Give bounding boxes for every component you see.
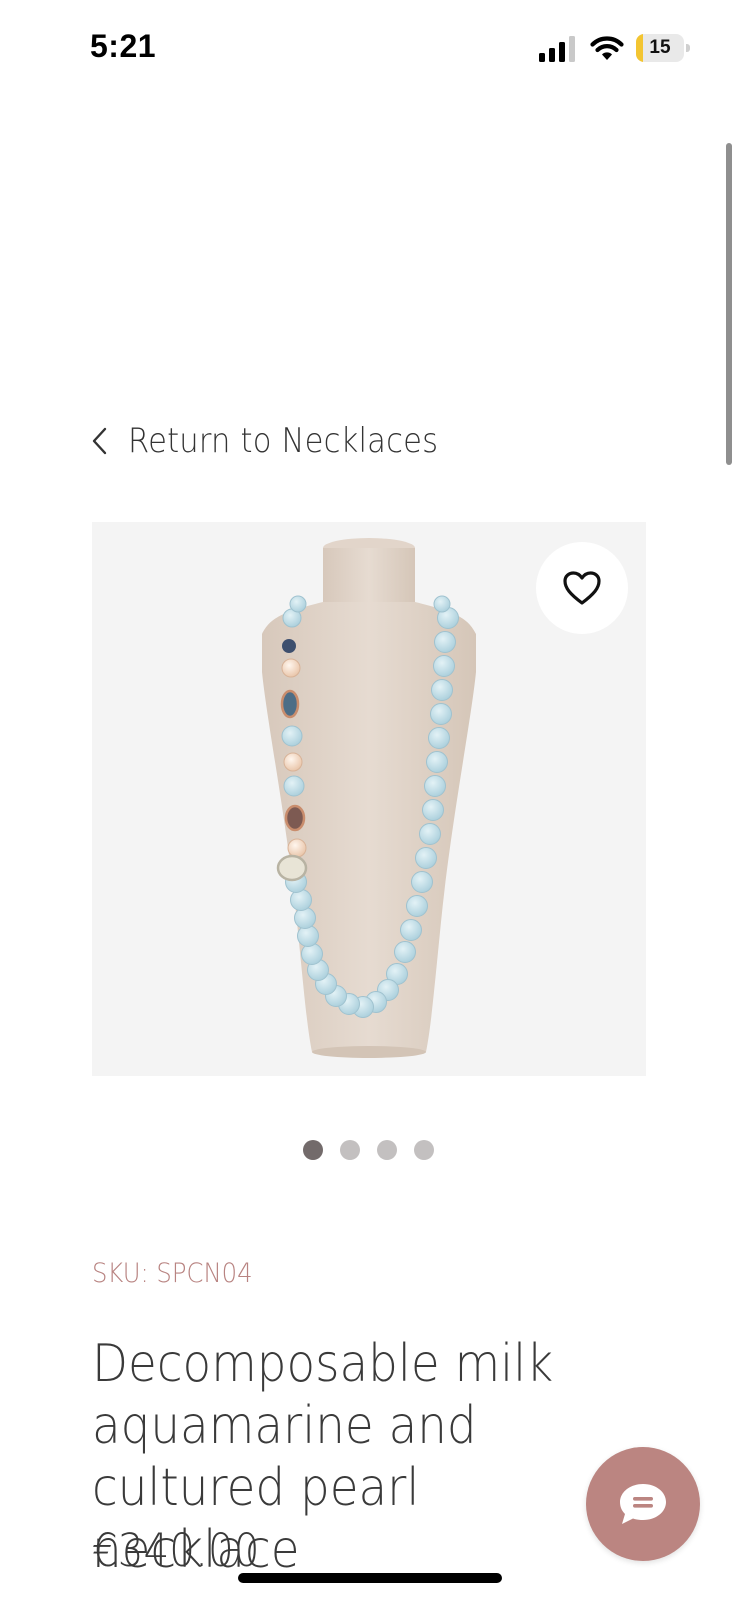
carousel-dot-2[interactable]: [340, 1140, 360, 1160]
carousel-dot-1[interactable]: [303, 1140, 323, 1160]
signal-icon: [539, 36, 575, 62]
product-price: €340.00: [92, 1524, 260, 1577]
back-link-label: Return to Necklaces: [128, 421, 439, 461]
image-carousel-dots: [303, 1140, 434, 1160]
heart-icon: [563, 571, 601, 605]
chevron-left-icon: [92, 427, 107, 455]
wifi-icon: [590, 36, 624, 60]
status-time: 5:21: [90, 28, 157, 64]
status-bar: 5:21 15: [0, 0, 739, 100]
chat-button[interactable]: [586, 1447, 700, 1561]
carousel-dot-4[interactable]: [414, 1140, 434, 1160]
product-image[interactable]: [92, 522, 646, 1076]
product-sku: SKU: SPCN04: [92, 1258, 253, 1289]
battery-level: 15: [649, 37, 671, 58]
back-to-necklaces-link[interactable]: Return to Necklaces: [90, 418, 473, 464]
battery-cap: [686, 44, 690, 52]
battery-icon: 15: [636, 34, 690, 62]
product-page: 5:21 15 Return to Necklaces SKU: SPCN04 …: [0, 0, 739, 1600]
chat-icon: [620, 1484, 666, 1524]
scroll-indicator[interactable]: [726, 143, 732, 465]
home-indicator[interactable]: [238, 1573, 502, 1583]
wishlist-button[interactable]: [536, 542, 628, 634]
battery-body: 15: [636, 34, 684, 62]
carousel-dot-3[interactable]: [377, 1140, 397, 1160]
